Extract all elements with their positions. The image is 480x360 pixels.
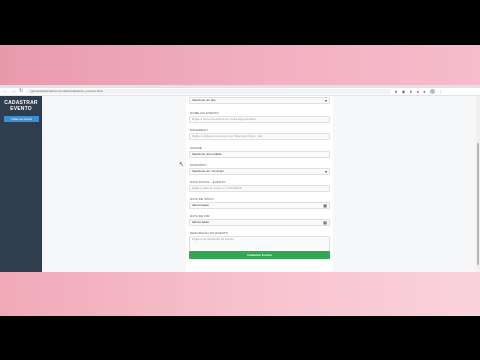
calendar-icon[interactable]: ▦	[323, 220, 327, 225]
address-bar[interactable]: ppeventsattendance.com/adm/cadastrar_eve…	[26, 89, 392, 94]
download-icon[interactable]: ⬇	[409, 89, 412, 94]
address-toolbar: ← → ↻ ppeventsattendance.com/adm/cadastr…	[0, 88, 480, 96]
initial-date-input[interactable]: Digite a data de início ex: 01/01/2025	[189, 185, 330, 192]
scrollbar-thumb[interactable]	[477, 143, 479, 265]
forward-icon[interactable]: →	[11, 89, 16, 94]
calendar-icon[interactable]: ▦	[323, 203, 327, 208]
avatar[interactable]	[429, 89, 435, 94]
menu-kebab-icon[interactable]: ⋮	[439, 89, 443, 94]
app-body: CADASTRAR EVENTO Voltar ao Painel Seleci…	[0, 96, 480, 272]
extension-icons: ★ ◉ ⬇ ● ● ⋮	[394, 89, 443, 94]
main-content: Selecione um tipo ▾ NOME DO EVENTO Digit…	[42, 96, 480, 272]
description-label: DESCRIÇÃO DO EVENTO	[190, 231, 229, 235]
start-date-value: dd/mm/aaaa	[192, 203, 209, 207]
back-to-panel-button[interactable]: Voltar ao Painel	[4, 116, 39, 122]
browser-window: ← → ↻ ppeventsattendance.com/adm/cadastr…	[0, 85, 480, 272]
start-date-input[interactable]: dd/mm/aaaa ▦	[189, 202, 330, 209]
back-icon[interactable]: ←	[3, 89, 8, 94]
city-label: CIDADE	[190, 146, 202, 150]
event-type-select-value: Selecione um tipo	[192, 98, 216, 102]
city-select-value: Selecione uma cidade	[192, 152, 222, 156]
municipality-select[interactable]: Selecione um município ▾	[189, 168, 330, 175]
select-arrow-icon: ▾	[324, 169, 327, 174]
top-background-band	[0, 45, 480, 85]
mouse-cursor-icon: ↖	[179, 162, 185, 168]
event-name-label: NOME DO EVENTO	[190, 111, 219, 115]
start-date-label: DATA DE INÍCIO	[190, 197, 214, 201]
municipality-select-value: Selecione um município	[192, 169, 224, 173]
sidebar: CADASTRAR EVENTO Voltar ao Painel	[0, 96, 42, 272]
event-type-select[interactable]: Selecione um tipo ▾	[189, 97, 330, 104]
address-input[interactable]: Digite o endereço do evento ex: Rua das …	[189, 133, 330, 140]
sidebar-title: CADASTRAR EVENTO	[4, 100, 38, 112]
submit-event-button[interactable]: Cadastrar Evento	[189, 251, 330, 259]
end-date-input[interactable]: dd/mm/aaaa ▦	[189, 219, 330, 226]
end-date-value: dd/mm/aaaa	[192, 220, 209, 224]
end-date-label: DATA DE FIM	[190, 214, 210, 218]
municipality-label: MUNICÍPIO	[190, 163, 207, 167]
bookmark-star-icon[interactable]: ★	[394, 89, 398, 94]
extension-icon[interactable]: ◉	[402, 89, 406, 94]
profile-status-icon[interactable]: ●	[423, 89, 425, 94]
initial-date-label: DATA INICIAL - EVENTO	[190, 180, 226, 184]
bottom-background-band	[0, 272, 480, 316]
event-name-input[interactable]: Digite o nome do evento ex: Feira Agrope…	[189, 116, 330, 123]
event-form-card: Selecione um tipo ▾ NOME DO EVENTO Digit…	[186, 96, 333, 272]
address-label: ENDEREÇO	[190, 128, 208, 132]
record-icon[interactable]: ●	[417, 89, 419, 94]
select-arrow-icon: ▾	[324, 98, 327, 103]
page-scrollbar[interactable]	[476, 96, 480, 272]
city-select[interactable]: Selecione uma cidade	[189, 151, 330, 158]
reload-icon[interactable]: ↻	[19, 89, 23, 94]
